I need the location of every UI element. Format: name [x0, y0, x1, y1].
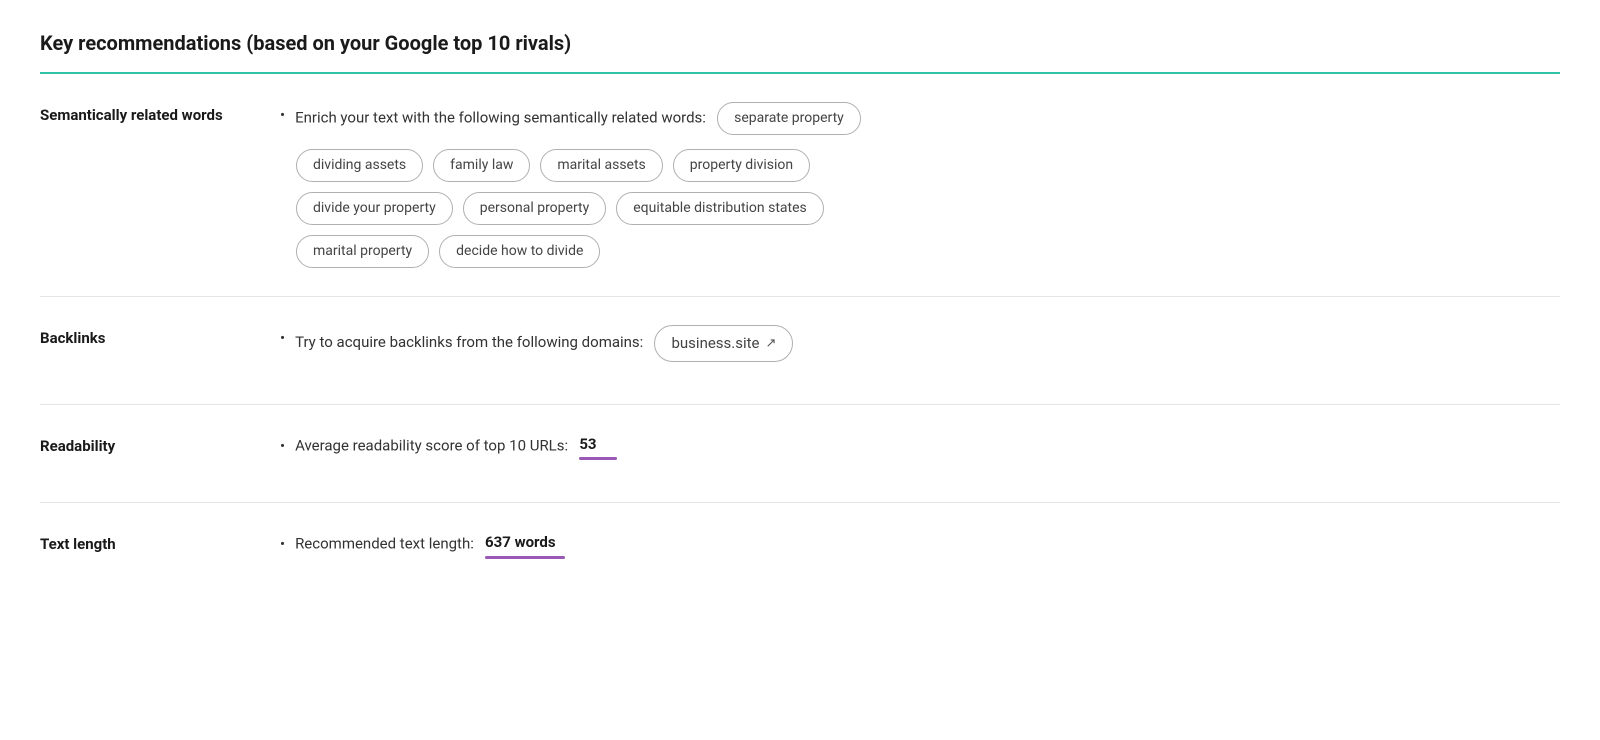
external-link-icon: ↗ — [766, 334, 777, 354]
tags-area-3: marital property decide how to divide — [296, 235, 1560, 268]
readability-content: • Average readability score of top 10 UR… — [280, 433, 1560, 475]
section-label-semantically-related: Semantically related words — [40, 102, 280, 127]
text-length-underline — [485, 556, 565, 559]
tag-0[interactable]: separate property — [717, 102, 861, 135]
tag-4[interactable]: property division — [673, 149, 810, 182]
readability-score: 53 — [579, 433, 617, 461]
domain-name: business.site — [671, 332, 759, 355]
tag-7[interactable]: equitable distribution states — [616, 192, 824, 225]
text-length-value: 637 words — [485, 533, 565, 559]
section-semantically-related: Semantically related words • Enrich your… — [40, 74, 1560, 297]
backlinks-description: Try to acquire backlinks from the follow… — [295, 325, 793, 362]
tags-area: dividing assets family law marital asset… — [296, 149, 1560, 182]
backlinks-content: • Try to acquire backlinks from the foll… — [280, 325, 1560, 376]
tag-8[interactable]: marital property — [296, 235, 429, 268]
section-label-text-length: Text length — [40, 531, 280, 556]
bullet-dot: • — [280, 104, 285, 127]
readability-score-wrap: 53 — [579, 433, 617, 461]
section-label-backlinks: Backlinks — [40, 325, 280, 350]
text-length-description: Recommended text length: 637 words — [295, 531, 565, 559]
domain-tag[interactable]: business.site ↗ — [654, 325, 793, 362]
readability-bullet-dot: • — [280, 435, 285, 458]
section-label-readability: Readability — [40, 433, 280, 458]
tag-3[interactable]: marital assets — [540, 149, 662, 182]
tag-5[interactable]: divide your property — [296, 192, 453, 225]
tag-9[interactable]: decide how to divide — [439, 235, 600, 268]
tag-2[interactable]: family law — [433, 149, 530, 182]
readability-description: Average readability score of top 10 URLs… — [295, 433, 617, 461]
readability-underline — [579, 457, 617, 460]
section-text-length: Text length • Recommended text length: 6… — [40, 503, 1560, 601]
tag-6[interactable]: personal property — [463, 192, 607, 225]
backlinks-bullet-row: • Try to acquire backlinks from the foll… — [280, 325, 1560, 362]
section-readability: Readability • Average readability score … — [40, 405, 1560, 504]
semantically-related-bullet-row: • Enrich your text with the following se… — [280, 102, 1560, 135]
readability-bullet-row: • Average readability score of top 10 UR… — [280, 433, 1560, 461]
semantically-related-description: Enrich your text with the following sema… — [295, 102, 861, 135]
page-title: Key recommendations (based on your Googl… — [40, 28, 1560, 74]
text-length-value-wrap: 637 words — [485, 531, 565, 559]
text-length-bullet-dot: • — [280, 533, 285, 556]
tags-area-2: divide your property personal property e… — [296, 192, 1560, 225]
text-length-bullet-row: • Recommended text length: 637 words — [280, 531, 1560, 559]
section-backlinks: Backlinks • Try to acquire backlinks fro… — [40, 297, 1560, 405]
backlinks-bullet-dot: • — [280, 327, 285, 350]
semantically-related-content: • Enrich your text with the following se… — [280, 102, 1560, 268]
main-container: Key recommendations (based on your Googl… — [0, 0, 1600, 641]
tag-1[interactable]: dividing assets — [296, 149, 423, 182]
text-length-content: • Recommended text length: 637 words — [280, 531, 1560, 573]
